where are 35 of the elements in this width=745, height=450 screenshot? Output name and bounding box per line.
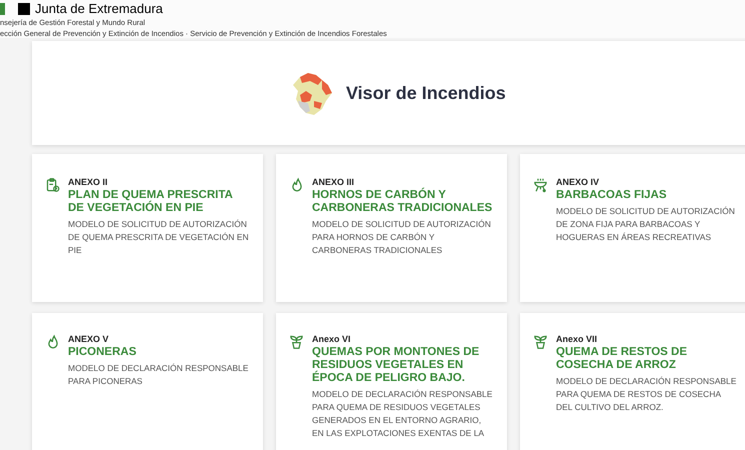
annex-card[interactable] [276, 313, 507, 450]
sprout-icon [289, 334, 304, 350]
grill-icon [533, 177, 548, 193]
annex-title: HORNOS DE CARBÓN Y CARBONERAS TRADICIONALES [312, 189, 494, 215]
banner-title: Visor de Incendios [346, 82, 506, 104]
annex-description: MODELO DE SOLICITUD DE AUTORIZACIÓN DE ZONA FIJA PARA BARBACOAS Y HOGUERAS EN ÁREAS RECREATIVAS [556, 205, 736, 244]
annex-title: PICONERAS [68, 346, 138, 359]
annex-card[interactable]: ANEXO V PICONERAS MODELO DE DECLARACIÓN RESPONSABLE PARA PICONERAS [32, 313, 263, 450]
annex-card[interactable]: ANEXO III HORNOS DE CARBÓN Y CARBONERAS TRADICIONALES MODELO DE SOLICITUD DE AUTORIZACIÓN PARA HORNOS DE CARBÓN Y CARBONERAS TRADICIONALES [276, 154, 507, 302]
annex-label: ANEXO IV [556, 176, 600, 188]
clipboard-clock-icon [45, 177, 60, 193]
logo-stripe-icon [0, 2, 5, 14]
region-map-icon [292, 70, 334, 116]
annex-label: ANEXO III [312, 176, 356, 188]
brand-name: Junta de Extremadura [35, 2, 163, 15]
annex-description: MODELO DE SOLICITUD DE AUTORIZACIÓN PARA HORNOS DE CARBÓN Y CARBONERAS TRADICIONALES [312, 218, 492, 257]
annex-label: ANEXO V [68, 333, 110, 345]
sprout-icon [533, 334, 548, 350]
flame-icon [46, 334, 60, 350]
annex-card[interactable]: Anexo VII QUEMA DE RESTOS DE COSECHA DE ARROZ MODELO DE DECLARACIÓN RESPONSABLE PARA QUEMA DE RESTOS DE COSECHA DEL CULTIVO DEL ARROZ. [520, 313, 745, 450]
annex-label: ANEXO II [68, 176, 109, 188]
annex-title: PLAN DE QUEMA PRESCRITA DE VEGETACIÓN EN PIE [68, 189, 234, 215]
annex-title: BARBACOAS FIJAS [556, 189, 668, 202]
annex-title: QUEMA DE RESTOS DE COSECHA DE ARROZ [556, 346, 688, 372]
flame-icon [290, 177, 304, 193]
annex-description: MODELO DE DECLARACIÓN RESPONSABLE PARA PICONERAS [68, 362, 250, 388]
annex-description: MODELO DE DECLARACIÓN RESPONSABLE PARA QUEMA DE RESIDUOS VEGETALES GENERADOS EN EL ENTORNO AGRARIO, EN LAS EXPLOTACIONES EXENTAS DE LA [312, 388, 494, 440]
annex-description: MODELO DE DECLARACIÓN RESPONSABLE PARA QUEMA DE RESTOS DE COSECHA DEL CULTIVO DEL ARROZ. [556, 375, 738, 414]
annex-card[interactable]: ANEXO IV BARBACOAS FIJAS MODELO DE SOLICITUD DE AUTORIZACIÓN DE ZONA FIJA PARA BARBACOAS Y HOGUERAS EN ÁREAS RECREATIVAS [520, 154, 745, 302]
annex-label: Anexo VI [312, 333, 352, 345]
logo-square-icon [18, 2, 30, 14]
annex-label: Anexo VII [556, 333, 598, 345]
annex-title: QUEMAS POR MONTONES DE RESIDUOS VEGETALES EN ÉPOCA DE PELIGRO BAJO. [312, 346, 480, 385]
annex-description: MODELO DE SOLICITUD DE AUTORIZACIÓN DE QUEMA PRESCRITA DE VEGETACIÓN EN PIE [68, 218, 250, 257]
annex-card[interactable]: ANEXO II PLAN DE QUEMA PRESCRITA DE VEGETACIÓN EN PIE MODELO DE SOLICITUD DE AUTORIZACIÓN DE QUEMA PRESCRITA DE VEGETACIÓN EN PIE [32, 154, 263, 302]
